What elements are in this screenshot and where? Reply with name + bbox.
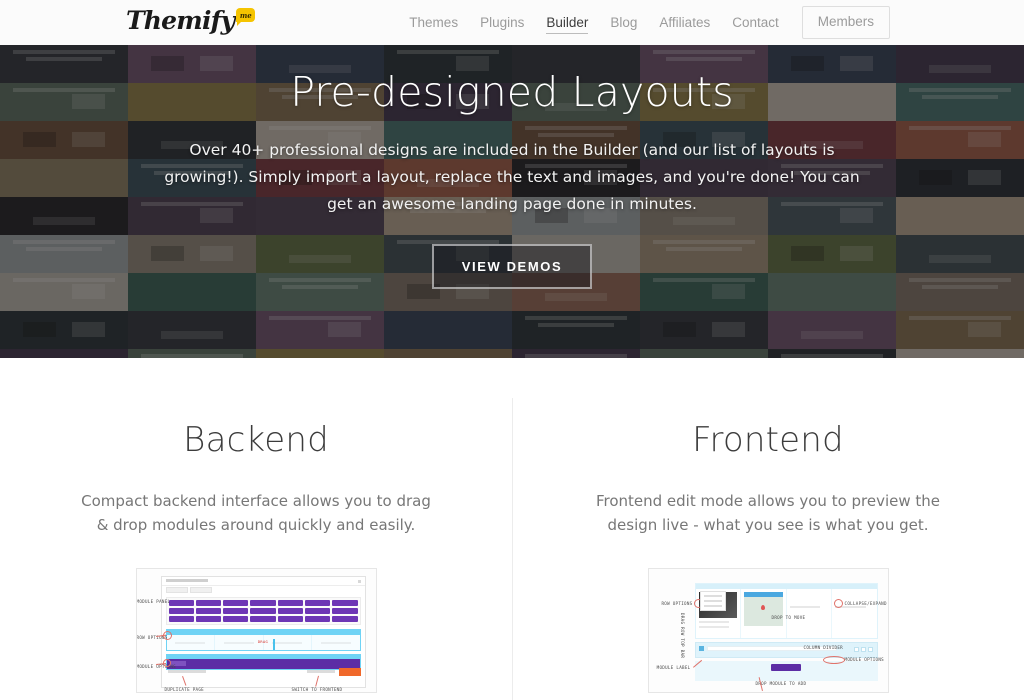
view-demos-button[interactable]: VIEW DEMOS [431, 244, 593, 289]
site-logo[interactable]: Themify me [126, 6, 256, 36]
module-chip[interactable] [277, 600, 303, 606]
module-chip[interactable] [304, 600, 331, 606]
column[interactable] [264, 635, 312, 650]
annotation-module-panel: MODULE PANEL [136, 599, 171, 604]
module-chip[interactable] [223, 608, 249, 614]
frontend-description: Frontend edit mode allows you to preview… [595, 492, 941, 534]
backend-title: Backend [183, 420, 329, 460]
module-chip[interactable] [168, 608, 194, 614]
annotation-drag-row-top-bar: DRAG ROW TOP BAR [679, 613, 685, 659]
text-field[interactable] [706, 646, 837, 651]
save-button[interactable] [338, 668, 361, 676]
frontend-preview-frame [694, 583, 878, 686]
caption-line [698, 621, 730, 623]
hero-content: Pre-designed Layouts Over 40+ profession… [0, 45, 1024, 358]
module-chip[interactable] [195, 616, 222, 622]
feature-column-frontend: Frontend Frontend edit mode allows you t… [512, 358, 1024, 700]
hero-title: Pre-designed Layouts [290, 68, 734, 116]
placeholder-line [789, 606, 821, 608]
site-header: Themify me Themes Plugins Builder Blog A… [0, 0, 1024, 45]
caption-line [698, 626, 730, 628]
module-label[interactable] [698, 646, 704, 651]
module-panel [165, 597, 361, 625]
module-options-controls[interactable] [853, 647, 873, 652]
close-icon[interactable] [357, 580, 361, 583]
nav-item-contact[interactable]: Contact [721, 0, 790, 45]
logo-bubble-text: me [239, 10, 252, 20]
frontend-drop-zone[interactable] [694, 661, 878, 681]
annotation-module-label: MODULE LABEL [656, 665, 691, 670]
dragged-module[interactable] [771, 664, 801, 671]
module-chip[interactable] [195, 600, 222, 606]
column-map[interactable] [741, 589, 787, 638]
feature-column-backend: Backend Compact backend interface allows… [0, 358, 512, 700]
duplicate-icon[interactable] [860, 647, 866, 652]
module-chip[interactable] [277, 608, 303, 614]
logo-speech-bubble-icon: me [236, 8, 256, 26]
module-chip[interactable] [195, 608, 222, 614]
popup-option-delete[interactable] [703, 605, 722, 607]
module-chip[interactable] [332, 600, 358, 606]
nav-item-themes[interactable]: Themes [398, 0, 469, 45]
map-toolbar [744, 592, 783, 597]
edit-icon[interactable] [853, 647, 859, 652]
logo-text: Themify [126, 6, 235, 35]
builder-row[interactable]: DRAG [165, 629, 361, 651]
module-row-top-bar[interactable] [166, 655, 360, 659]
features-section: Backend Compact backend interface allows… [0, 358, 1024, 700]
column-empty[interactable] [832, 589, 877, 638]
builder-frontend-screenshot[interactable]: ROW OPTIONS COLLAPSE/EXPAND DROP TO MOVE… [647, 568, 889, 693]
panel-title-bar [165, 579, 208, 582]
nav-item-blog[interactable]: Blog [599, 0, 648, 45]
tab-themify-builder[interactable] [189, 587, 212, 593]
module-chip[interactable] [250, 608, 276, 614]
row-options-popup[interactable] [699, 591, 726, 611]
page-root: Themify me Themes Plugins Builder Blog A… [0, 0, 1024, 700]
backend-panel-tabs [162, 586, 365, 594]
nav-item-affiliates[interactable]: Affiliates [648, 0, 721, 45]
annotation-row-options: ROW OPTIONS [661, 601, 693, 606]
backend-panel: DRAG DRAG [160, 576, 366, 688]
module-options-highlight [822, 656, 845, 664]
column[interactable] [167, 635, 215, 650]
popup-option-duplicate[interactable] [703, 600, 722, 602]
switch-to-frontend-link[interactable] [306, 670, 335, 673]
hero-section: Pre-designed Layouts Over 40+ profession… [0, 45, 1024, 358]
module-label-chip[interactable] [169, 661, 186, 666]
module-chip[interactable] [168, 616, 194, 622]
tab-page-options[interactable] [165, 587, 188, 593]
nav-item-builder[interactable]: Builder [535, 0, 599, 45]
backend-panel-titlebar [161, 577, 365, 586]
drop-indicator [272, 639, 275, 650]
delete-icon[interactable] [867, 647, 873, 652]
popup-option-edit[interactable] [703, 595, 722, 597]
backend-panel-footer [166, 668, 361, 677]
nav-item-plugins[interactable]: Plugins [469, 0, 535, 45]
module-chip[interactable] [168, 600, 194, 606]
module-chip[interactable] [304, 608, 331, 614]
main-navigation: Themes Plugins Builder Blog Affiliates C… [398, 0, 890, 45]
frontend-row[interactable] [694, 583, 878, 639]
column[interactable] [312, 635, 360, 650]
module-chip[interactable] [332, 616, 358, 622]
frontend-module-row[interactable] [694, 642, 878, 658]
module-chip[interactable] [277, 616, 303, 622]
frontend-title: Frontend [692, 420, 844, 460]
members-button[interactable]: Members [801, 6, 890, 39]
builder-backend-screenshot[interactable]: DRAG DRAG MODULE PANEL ROW OPTI [135, 568, 377, 693]
drag-annotation-row: DRAG [257, 640, 269, 644]
module-chip[interactable] [332, 608, 358, 614]
column[interactable] [215, 635, 264, 650]
module-chip[interactable] [250, 616, 276, 622]
module-chip[interactable] [223, 600, 249, 606]
column-empty[interactable] [787, 589, 832, 638]
map-module[interactable] [744, 592, 783, 626]
backend-description: Compact backend interface allows you to … [81, 492, 431, 534]
module-chip[interactable] [304, 616, 331, 622]
module-chip[interactable] [250, 600, 276, 606]
duplicate-page-checkbox[interactable] [167, 670, 206, 673]
hero-description: Over 40+ professional designs are includ… [164, 141, 860, 213]
collapse-expand-highlight [833, 599, 843, 608]
module-chip[interactable] [223, 616, 249, 622]
